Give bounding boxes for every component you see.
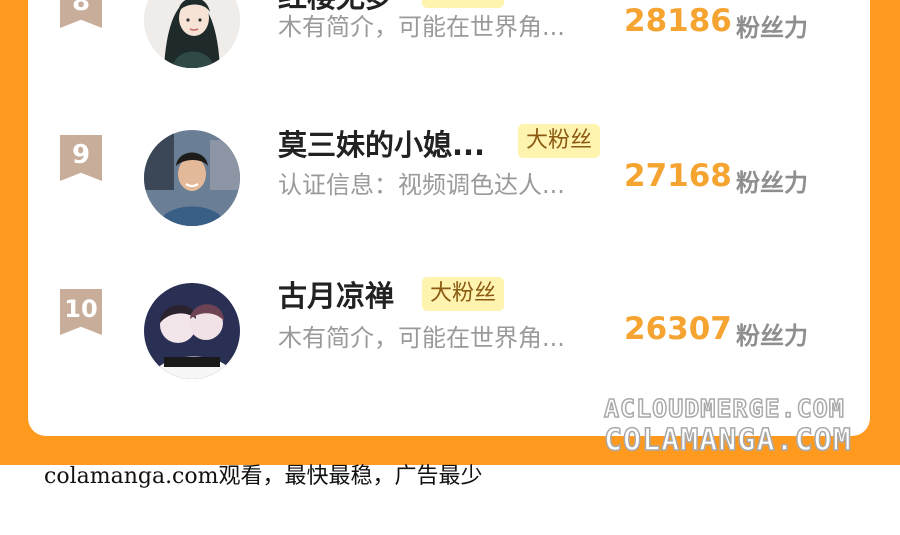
user-name[interactable]: 莫三妹的小媳...	[278, 122, 485, 164]
fan-power-score: 26307	[624, 311, 732, 347]
user-description: 木有简介，可能在世界角...	[278, 324, 565, 352]
user-name[interactable]: 古月凉禅	[278, 273, 394, 315]
avatar[interactable]	[144, 130, 240, 226]
watermark-line-2: COLAMANGA.COM	[603, 422, 852, 459]
fan-power-unit: 粉丝力	[736, 14, 808, 42]
rank-ribbon: 8	[60, 0, 102, 28]
avatar-illustration	[144, 283, 240, 379]
ranking-row[interactable]: 8 红楼无梦 大粉丝 木有简介，可能在世界角... 28186 粉丝力	[28, 0, 870, 85]
avatar[interactable]	[144, 0, 240, 68]
ranking-row[interactable]: 9 莫三妹的小媳... 大粉丝 认证信息：视频调色达人... 27168 粉丝力	[28, 108, 870, 238]
fan-badge: 大粉丝	[518, 124, 601, 158]
rank-number: 8	[71, 0, 91, 17]
avatar-illustration	[144, 0, 240, 68]
rank-number: 9	[71, 140, 91, 170]
avatar-photo	[144, 130, 240, 226]
rank-ribbon: 9	[60, 135, 102, 181]
user-description: 认证信息：视频调色达人...	[278, 171, 565, 199]
footer-text: colamanga.com观看，最快最稳，广告最少	[44, 464, 483, 489]
fan-power-unit: 粉丝力	[736, 322, 808, 350]
fan-power-score: 28186	[624, 3, 732, 39]
rank-ribbon: 10	[60, 289, 102, 335]
fan-power-score: 27168	[624, 158, 732, 194]
ranking-row[interactable]: 10 古月凉禅 大粉丝 木有简介，可能在世界角... 26307 粉丝力	[28, 263, 870, 393]
ranking-card: 8 红楼无梦 大粉丝 木有简介，可能在世界角... 28186 粉丝力 9	[28, 0, 870, 436]
avatar[interactable]	[144, 283, 240, 379]
user-description: 木有简介，可能在世界角...	[278, 13, 565, 41]
fan-badge: 大粉丝	[422, 277, 505, 311]
rank-number: 10	[64, 295, 98, 323]
watermark-line-1: ACLOUDMERGE.COM	[603, 393, 845, 424]
fan-power-unit: 粉丝力	[736, 169, 808, 197]
